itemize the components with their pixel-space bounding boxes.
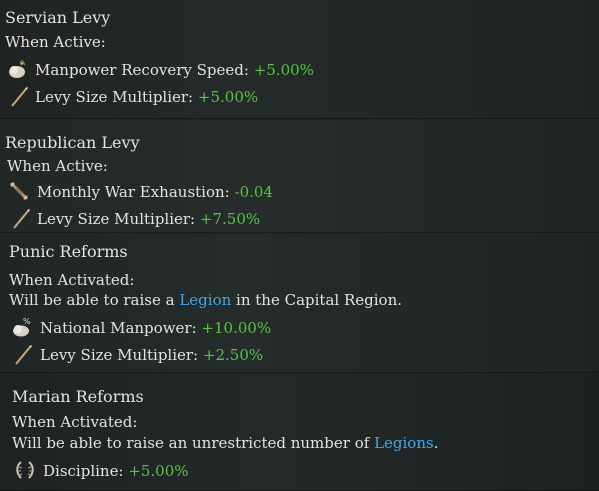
section-note: Will be able to raise a Legion in the Ca… — [9, 290, 402, 310]
section-condition: When Active: — [7, 157, 108, 175]
spear-icon — [8, 86, 30, 108]
section-condition: When Active: — [5, 33, 106, 51]
section-condition: When Activated: — [9, 271, 135, 289]
svg-text:%: % — [23, 317, 31, 326]
modifier-value: +7.50% — [199, 210, 261, 228]
modifier-label: Discipline: — [43, 462, 124, 480]
manpower-percent-icon: % — [10, 316, 32, 338]
modifier-value: +2.50% — [202, 346, 264, 364]
modifier-value: +5.00% — [197, 88, 259, 106]
modifier-label: Levy Size Multiplier: — [40, 346, 199, 364]
modifier-row: National Manpower: +10.00% — [40, 318, 271, 338]
note-text: Will be able to raise an unrestricted nu… — [12, 434, 375, 452]
section-title: Servian Levy — [5, 8, 111, 27]
legions-link[interactable]: Legions — [374, 434, 434, 452]
section-condition: When Activated: — [12, 413, 138, 431]
modifier-row: Manpower Recovery Speed: +5.00% — [35, 60, 314, 80]
manpower-sack-icon — [6, 58, 28, 80]
section-title: Marian Reforms — [12, 387, 144, 406]
war-exhaustion-icon — [8, 180, 30, 202]
modifier-label: Manpower Recovery Speed: — [35, 61, 249, 79]
note-text: in the Capital Region. — [231, 291, 402, 309]
discipline-laurel-icon — [14, 459, 36, 481]
modifier-value: -0.04 — [234, 183, 273, 201]
note-text: Will be able to raise a — [9, 291, 180, 309]
modifier-row: Levy Size Multiplier: +5.00% — [35, 87, 258, 107]
modifier-row: Discipline: +5.00% — [43, 461, 189, 481]
modifier-label: Levy Size Multiplier: — [37, 210, 196, 228]
modifier-value: +5.00% — [128, 462, 189, 480]
spear-icon — [12, 344, 34, 366]
modifier-label: Levy Size Multiplier: — [35, 88, 194, 106]
legion-link[interactable]: Legion — [179, 291, 231, 309]
section-title: Republican Levy — [5, 133, 140, 152]
modifier-row: Levy Size Multiplier: +2.50% — [40, 345, 263, 365]
section-note: Will be able to raise an unrestricted nu… — [12, 433, 438, 453]
modifier-label: Monthly War Exhaustion: — [37, 183, 230, 201]
modifier-value: +10.00% — [201, 319, 272, 337]
modifier-value: +5.00% — [253, 61, 314, 79]
note-text: . — [433, 434, 439, 452]
modifier-row: Levy Size Multiplier: +7.50% — [37, 209, 260, 229]
spear-icon — [10, 208, 32, 230]
modifier-row: Monthly War Exhaustion: -0.04 — [37, 182, 273, 202]
section-title: Punic Reforms — [9, 242, 128, 261]
modifier-label: National Manpower: — [40, 319, 197, 337]
